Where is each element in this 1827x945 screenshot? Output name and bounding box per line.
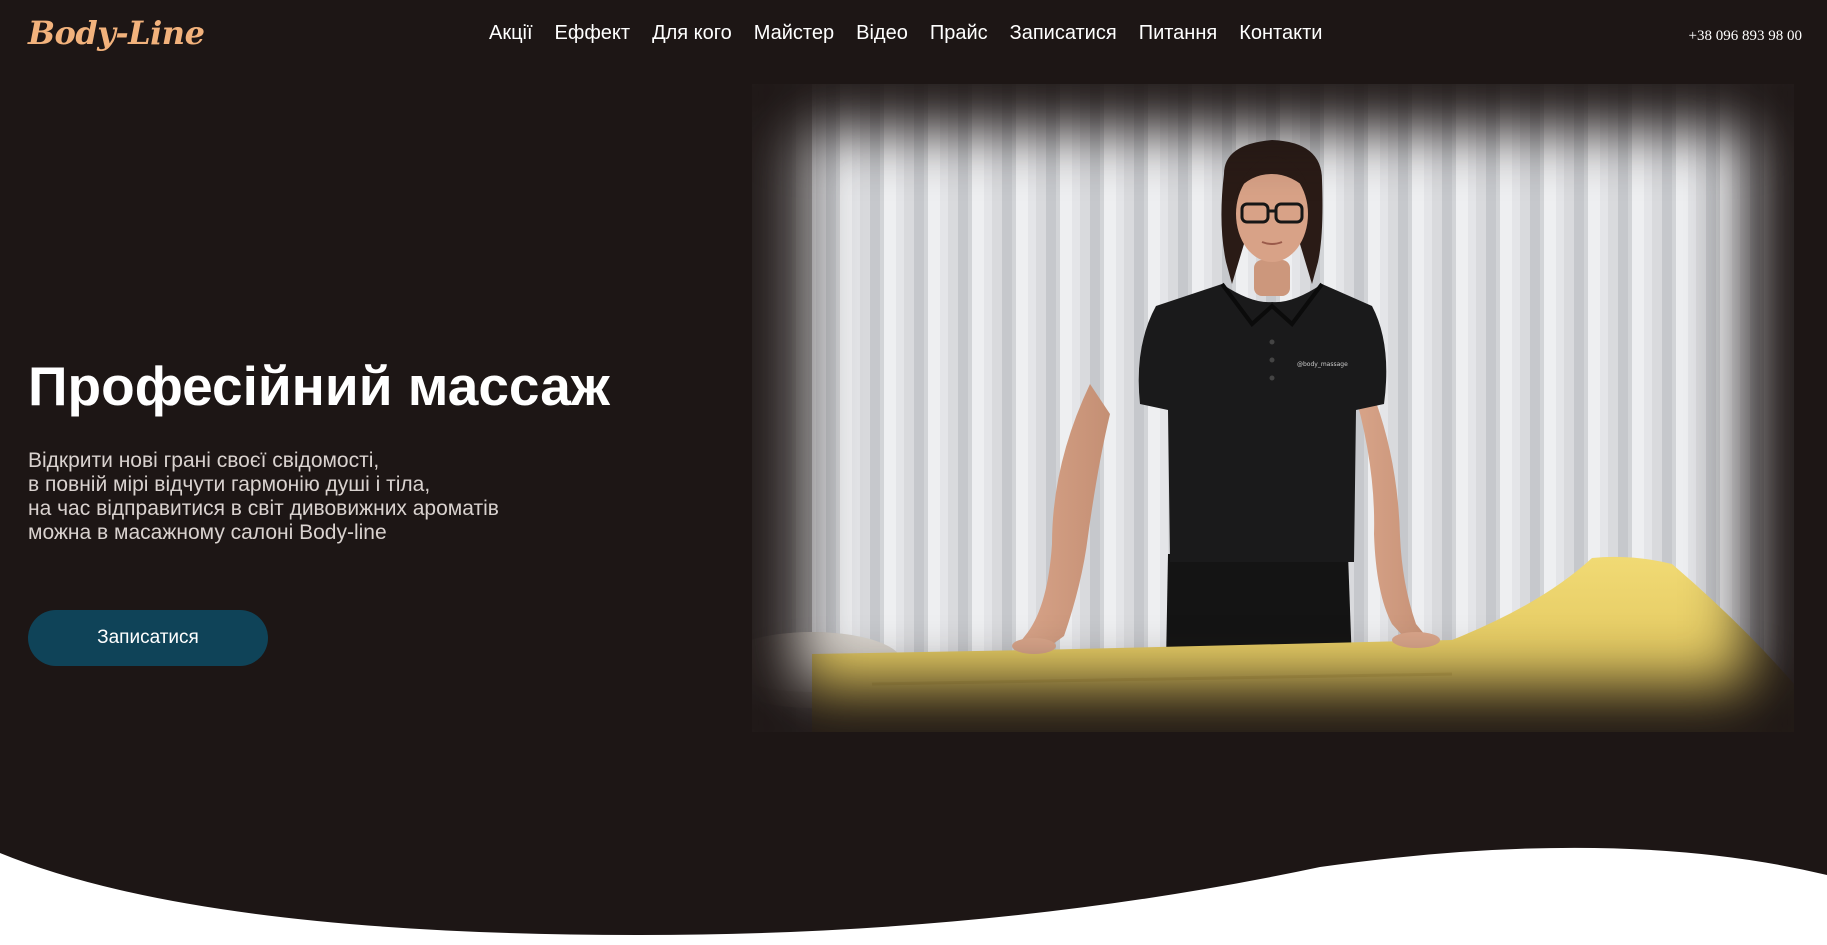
black-polo-shirt (1138, 284, 1387, 562)
nav-link-effect[interactable]: Еффект (555, 22, 631, 45)
main-nav: Акції Еффект Для кого Майстер Відео Прай… (489, 22, 1322, 45)
logo[interactable]: Body-Line (28, 14, 205, 52)
nav-link-promotions[interactable]: Акції (489, 22, 533, 45)
nav-link-contacts[interactable]: Контакти (1239, 22, 1322, 45)
hero-subtitle-line: в повній мірі відчути гармонію душі і ті… (28, 473, 431, 496)
hero-subtitle-line: Відкрити нові грані своєї свідомості, (28, 449, 380, 472)
nav-link-faq[interactable]: Питання (1139, 22, 1218, 45)
nav-link-video[interactable]: Відео (856, 22, 908, 45)
nav-link-master[interactable]: Майстер (754, 22, 834, 45)
hero-subtitle-line: на час відправитися в світ дивовижних ар… (28, 497, 499, 520)
site-header: Body-Line Акції Еффект Для кого Майстер … (0, 0, 1827, 70)
book-button[interactable]: Записатися (28, 610, 268, 666)
phone-link[interactable]: +38 096 893 98 00 (1689, 28, 1802, 45)
hero-subtitle: Відкрити нові грані своєї свідомості, в … (28, 449, 499, 545)
nav-link-for-whom[interactable]: Для кого (652, 22, 732, 45)
page: Body-Line Акції Еффект Для кого Майстер … (0, 0, 1827, 945)
hero-photo: @body_massage (752, 84, 1794, 732)
bottom-wave (0, 847, 1827, 945)
shirt-print: @body_massage (1297, 361, 1348, 368)
nav-link-price[interactable]: Прайс (930, 22, 988, 45)
hero-subtitle-line: можна в масажному салоні Body-line (28, 521, 387, 544)
nav-link-book[interactable]: Записатися (1010, 22, 1117, 45)
hero-title: Професійний массаж (28, 355, 610, 417)
